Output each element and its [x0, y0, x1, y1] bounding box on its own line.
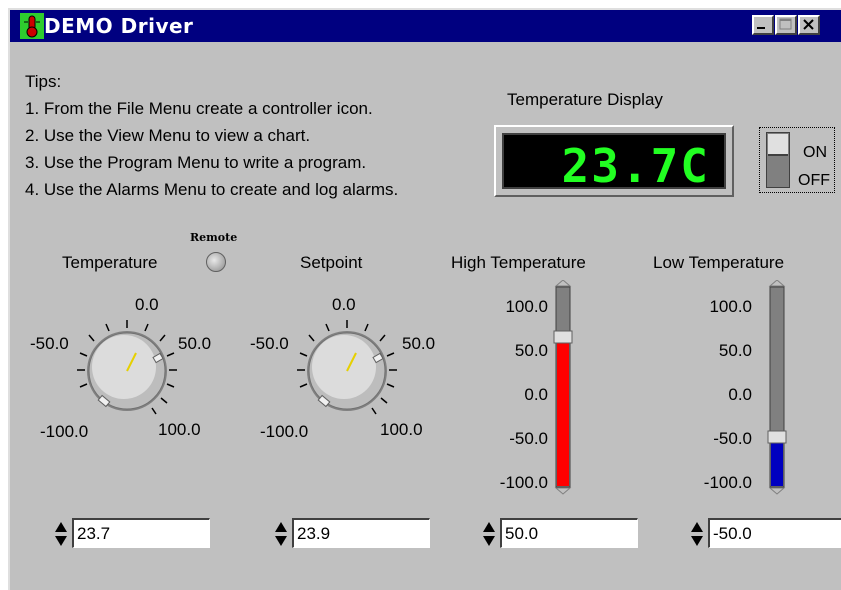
tip-item: 4. Use the Alarms Menu to create and log…: [25, 180, 399, 199]
remote-label: Remote: [190, 231, 238, 244]
knob-scale-label: 50.0: [402, 334, 436, 353]
high-temperature-value-input[interactable]: [500, 518, 638, 548]
slider-scale-label: -100.0: [703, 473, 752, 492]
knob-scale-label: -50.0: [250, 334, 289, 353]
setpoint-knob[interactable]: [292, 315, 402, 425]
setpoint-numeric-control: [274, 518, 430, 548]
temperature-display-value: 23.7C: [561, 139, 710, 193]
tip-item: 2. Use the View Menu to view a chart.: [25, 126, 311, 145]
temperature-display: 23.7C: [494, 125, 734, 197]
knob-scale-label: 0.0: [332, 295, 356, 314]
close-button[interactable]: [798, 15, 820, 35]
switch-knob[interactable]: [768, 134, 788, 156]
slider-scale-label: 0.0: [728, 385, 752, 404]
increment-decrement-icon[interactable]: [274, 520, 288, 548]
slider-scale-label: -100.0: [499, 473, 548, 492]
minimize-button[interactable]: [752, 15, 774, 35]
slider-scale-label: 100.0: [505, 297, 548, 316]
knob-scale-label: -100.0: [40, 422, 89, 441]
remote-led-indicator: [206, 252, 226, 272]
temperature-value-input[interactable]: [72, 518, 210, 548]
title-bar[interactable]: DEMO Driver: [10, 10, 841, 42]
increment-decrement-icon[interactable]: [54, 520, 68, 548]
high-temperature-thumb[interactable]: [553, 330, 573, 344]
knob-scale-label: 50.0: [178, 334, 212, 353]
low-temperature-thumb[interactable]: [767, 430, 787, 444]
temperature-knob-label: Temperature: [62, 253, 158, 272]
low-temperature-value-input[interactable]: [708, 518, 841, 548]
high-temperature-slider[interactable]: [548, 280, 578, 496]
high-temperature-numeric-control: [482, 518, 638, 548]
slider-scale-label: -50.0: [713, 429, 752, 448]
increment-decrement-icon[interactable]: [690, 520, 704, 548]
setpoint-value-input[interactable]: [292, 518, 430, 548]
slider-scale-label: 50.0: [514, 341, 548, 360]
slider-scale-label: 100.0: [709, 297, 752, 316]
slider-scale-label: -50.0: [509, 429, 548, 448]
low-temperature-numeric-control: [690, 518, 841, 548]
switch-track[interactable]: [766, 132, 790, 188]
temperature-knob[interactable]: [72, 315, 182, 425]
high-temperature-label: High Temperature: [451, 253, 586, 272]
knob-scale-label: -50.0: [30, 334, 69, 353]
switch-off-label: OFF: [798, 172, 830, 189]
setpoint-knob-label: Setpoint: [300, 253, 363, 272]
switch-on-label: ON: [803, 144, 827, 161]
low-temperature-label: Low Temperature: [653, 253, 785, 272]
tips-panel: Tips: 1. From the File Menu create a con…: [25, 68, 398, 203]
temperature-numeric-control: [54, 518, 210, 548]
tips-heading: Tips:: [25, 72, 62, 91]
knob-scale-label: 0.0: [135, 295, 159, 314]
slider-scale-label: 0.0: [524, 385, 548, 404]
slider-scale-label: 50.0: [718, 341, 752, 360]
demo-driver-window: DEMO Driver Tips: 1. From the File Menu …: [8, 8, 841, 590]
high-temperature-fill: [557, 337, 569, 486]
increment-decrement-icon[interactable]: [482, 520, 496, 548]
maximize-button[interactable]: [775, 15, 797, 35]
low-temperature-fill: [771, 437, 783, 486]
thermometer-icon: [20, 13, 44, 39]
window-title: DEMO Driver: [44, 14, 194, 38]
tip-item: 3. Use the Program Menu to write a progr…: [25, 153, 367, 172]
power-switch[interactable]: ON OFF: [759, 127, 835, 193]
tip-item: 1. From the File Menu create a controlle…: [25, 99, 373, 118]
temperature-display-label: Temperature Display: [507, 90, 663, 109]
low-temperature-slider[interactable]: [762, 280, 792, 496]
knob-scale-label: -100.0: [260, 422, 309, 441]
